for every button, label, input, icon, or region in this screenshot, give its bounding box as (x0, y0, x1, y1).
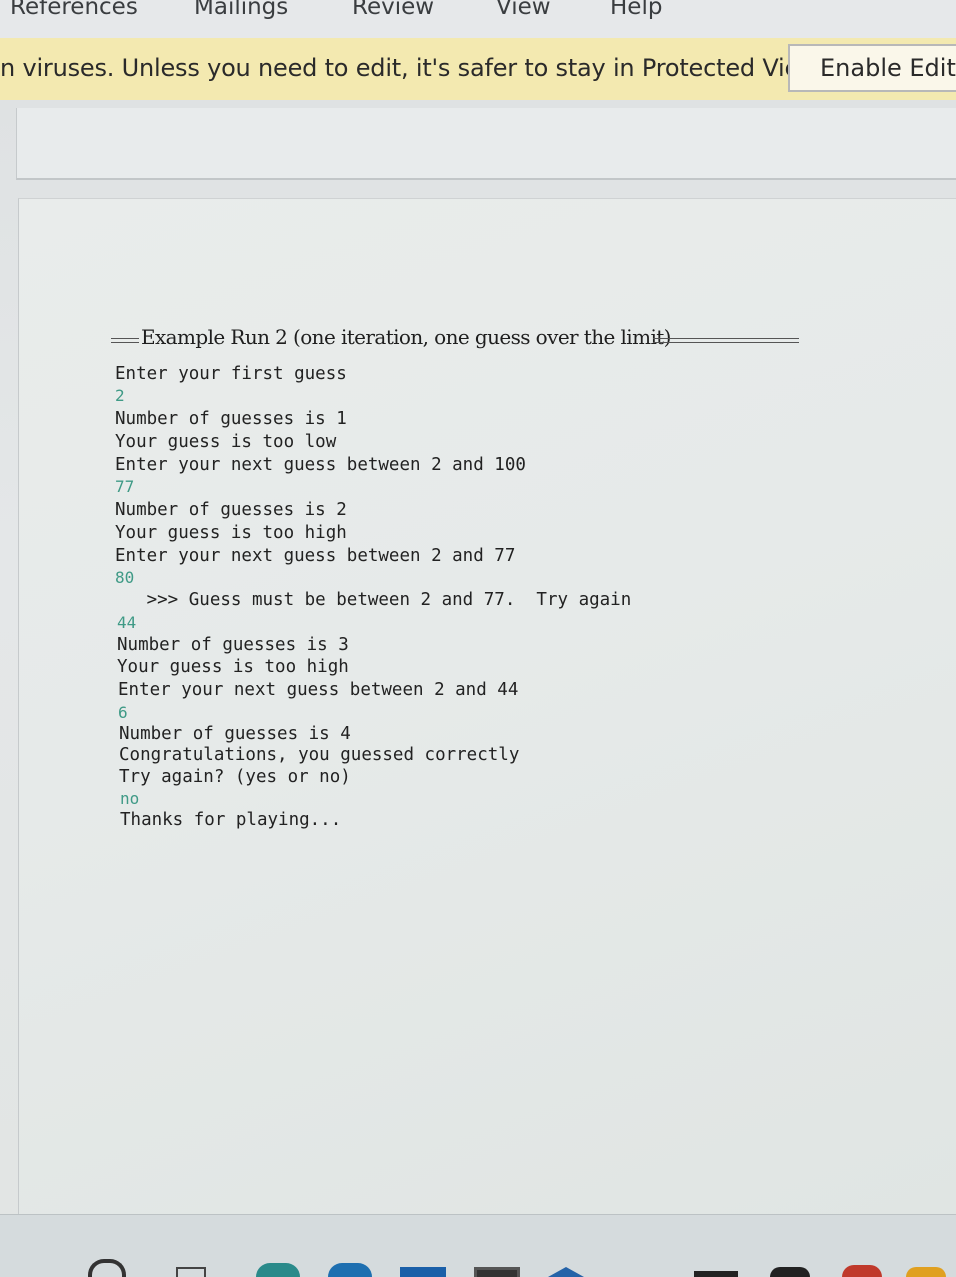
console-output-line: Enter your next guess between 2 and 44 (118, 680, 519, 700)
console-output-line: Number of guesses is 4 (119, 724, 351, 744)
edge-icon[interactable] (256, 1263, 300, 1277)
enable-editing-button[interactable]: Enable Editir (788, 44, 956, 92)
console-output-line: Number of guesses is 3 (117, 635, 349, 655)
console-output-line: Number of guesses is 1 (115, 409, 347, 429)
app-icon[interactable] (328, 1263, 372, 1277)
taskbar-app-icon-3[interactable] (842, 1265, 882, 1277)
heading-rule-right (653, 338, 799, 343)
console-output-line: Try again? (yes or no) (119, 767, 351, 787)
console-output-line: Enter your next guess between 2 and 77 (115, 546, 516, 566)
console-output-line: Your guess is too low (115, 432, 337, 452)
console-output-line: Number of guesses is 2 (115, 500, 347, 520)
taskbar-app-icon[interactable] (694, 1271, 738, 1277)
console-output-line: Your guess is too high (117, 657, 349, 677)
tab-view[interactable]: View (496, 0, 551, 20)
console-output-line: Your guess is too high (115, 523, 347, 543)
document-page: Example Run 2 (one iteration, one guess … (18, 198, 956, 1215)
console-input-line: 80 (115, 568, 135, 587)
ribbon-tab-strip: References Mailings Review View Help (0, 0, 956, 38)
console-output-line: >>> Guess must be between 2 and 77. Try … (115, 590, 632, 610)
console-output-line: Enter your next guess between 2 and 100 (115, 455, 526, 475)
search-icon[interactable] (88, 1259, 126, 1277)
example-heading: Example Run 2 (one iteration, one guess … (111, 325, 801, 353)
tab-help[interactable]: Help (610, 0, 662, 20)
previous-page-bottom (16, 108, 956, 180)
protected-view-bar: n viruses. Unless you need to edit, it's… (0, 38, 956, 101)
console-output-line: Enter your first guess (115, 364, 347, 384)
tab-review[interactable]: Review (352, 0, 434, 20)
heading-rule-left (111, 338, 139, 343)
document-canvas: Example Run 2 (one iteration, one guess … (0, 100, 956, 1215)
tab-mailings[interactable]: Mailings (194, 0, 288, 20)
protected-view-message: n viruses. Unless you need to edit, it's… (0, 54, 824, 82)
console-input-line: 6 (118, 703, 128, 722)
heading-title: Example Run 2 (one iteration, one guess … (141, 325, 671, 349)
console-input-line: no (120, 789, 140, 808)
console-input-line: 2 (115, 386, 125, 405)
tab-references[interactable]: References (10, 0, 138, 20)
console-input-line: 77 (115, 477, 135, 496)
console-input-line: 44 (117, 613, 137, 632)
taskbar (0, 1214, 956, 1277)
console-output-line: Congratulations, you guessed correctly (119, 745, 520, 765)
console-output-line: Thanks for playing... (120, 810, 342, 830)
